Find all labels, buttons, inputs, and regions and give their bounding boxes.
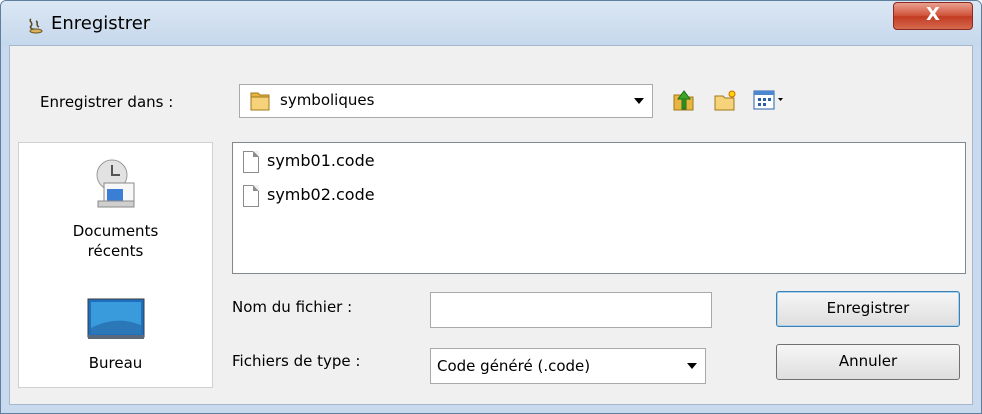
save-in-label: Enregistrer dans : bbox=[40, 93, 174, 111]
dialog-body: Enregistrer dans : symboliques Documents… bbox=[9, 45, 973, 405]
close-icon: X bbox=[926, 4, 940, 25]
filename-label: Nom du fichier : bbox=[232, 298, 353, 316]
places-label-desktop: Bureau bbox=[88, 354, 143, 372]
chevron-down-icon bbox=[634, 98, 644, 104]
places-label-recent-1: Documents bbox=[72, 222, 159, 240]
folder-icon bbox=[250, 92, 270, 111]
places-item-recent[interactable]: Documents récents bbox=[19, 155, 212, 261]
save-dialog: Enregistrer X Enregistrer dans : symboli… bbox=[0, 0, 982, 414]
close-button[interactable]: X bbox=[893, 2, 973, 30]
file-icon bbox=[243, 185, 259, 207]
new-folder-icon[interactable] bbox=[712, 87, 738, 113]
file-name: symb02.code bbox=[267, 185, 375, 204]
title-bar[interactable]: Enregistrer X bbox=[1, 1, 981, 45]
java-app-icon bbox=[29, 18, 43, 34]
filename-input[interactable] bbox=[430, 292, 712, 328]
file-name: symb01.code bbox=[267, 151, 375, 170]
file-icon bbox=[243, 151, 259, 173]
places-label-recent-2: récents bbox=[87, 242, 144, 260]
filetype-select[interactable]: Code généré (.code) bbox=[430, 348, 706, 384]
up-folder-icon[interactable] bbox=[671, 87, 697, 113]
save-button[interactable]: Enregistrer bbox=[776, 291, 960, 327]
places-item-desktop[interactable]: Bureau bbox=[19, 295, 212, 373]
recent-documents-icon bbox=[96, 159, 134, 208]
file-list[interactable]: symb01.code symb02.code bbox=[232, 142, 966, 274]
window-title: Enregistrer bbox=[51, 13, 151, 34]
chevron-down-icon bbox=[687, 363, 697, 369]
save-in-combo[interactable]: symboliques bbox=[239, 84, 653, 118]
save-in-value: symboliques bbox=[280, 91, 375, 109]
view-menu-icon[interactable] bbox=[752, 87, 788, 113]
desktop-icon bbox=[87, 298, 144, 339]
cancel-button[interactable]: Annuler bbox=[776, 344, 960, 380]
places-bar: Documents récents Bureau bbox=[18, 142, 213, 388]
filetype-value: Code généré (.code) bbox=[437, 357, 591, 375]
filetype-label: Fichiers de type : bbox=[232, 352, 361, 370]
